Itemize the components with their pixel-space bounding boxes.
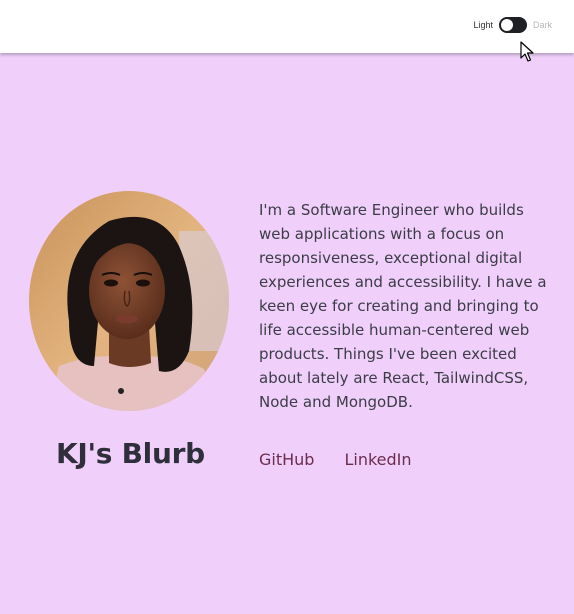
mouse-pointer-icon bbox=[520, 41, 534, 62]
page-title: KJ's Blurb bbox=[56, 437, 205, 470]
profile-avatar bbox=[29, 191, 229, 411]
theme-switch[interactable] bbox=[498, 17, 527, 33]
top-nav-bar: Light Dark bbox=[0, 0, 574, 53]
switch-knob bbox=[500, 19, 513, 31]
github-link[interactable]: GitHub bbox=[259, 450, 314, 469]
dark-mode-label: Dark bbox=[532, 20, 552, 30]
portrait-image bbox=[29, 191, 229, 411]
theme-toggle: Light Dark bbox=[473, 17, 552, 33]
social-links: GitHub LinkedIn bbox=[259, 450, 412, 469]
bio-paragraph: I'm a Software Engineer who builds web a… bbox=[259, 201, 547, 411]
linkedin-link[interactable]: LinkedIn bbox=[344, 450, 411, 469]
light-mode-label: Light bbox=[473, 20, 493, 30]
